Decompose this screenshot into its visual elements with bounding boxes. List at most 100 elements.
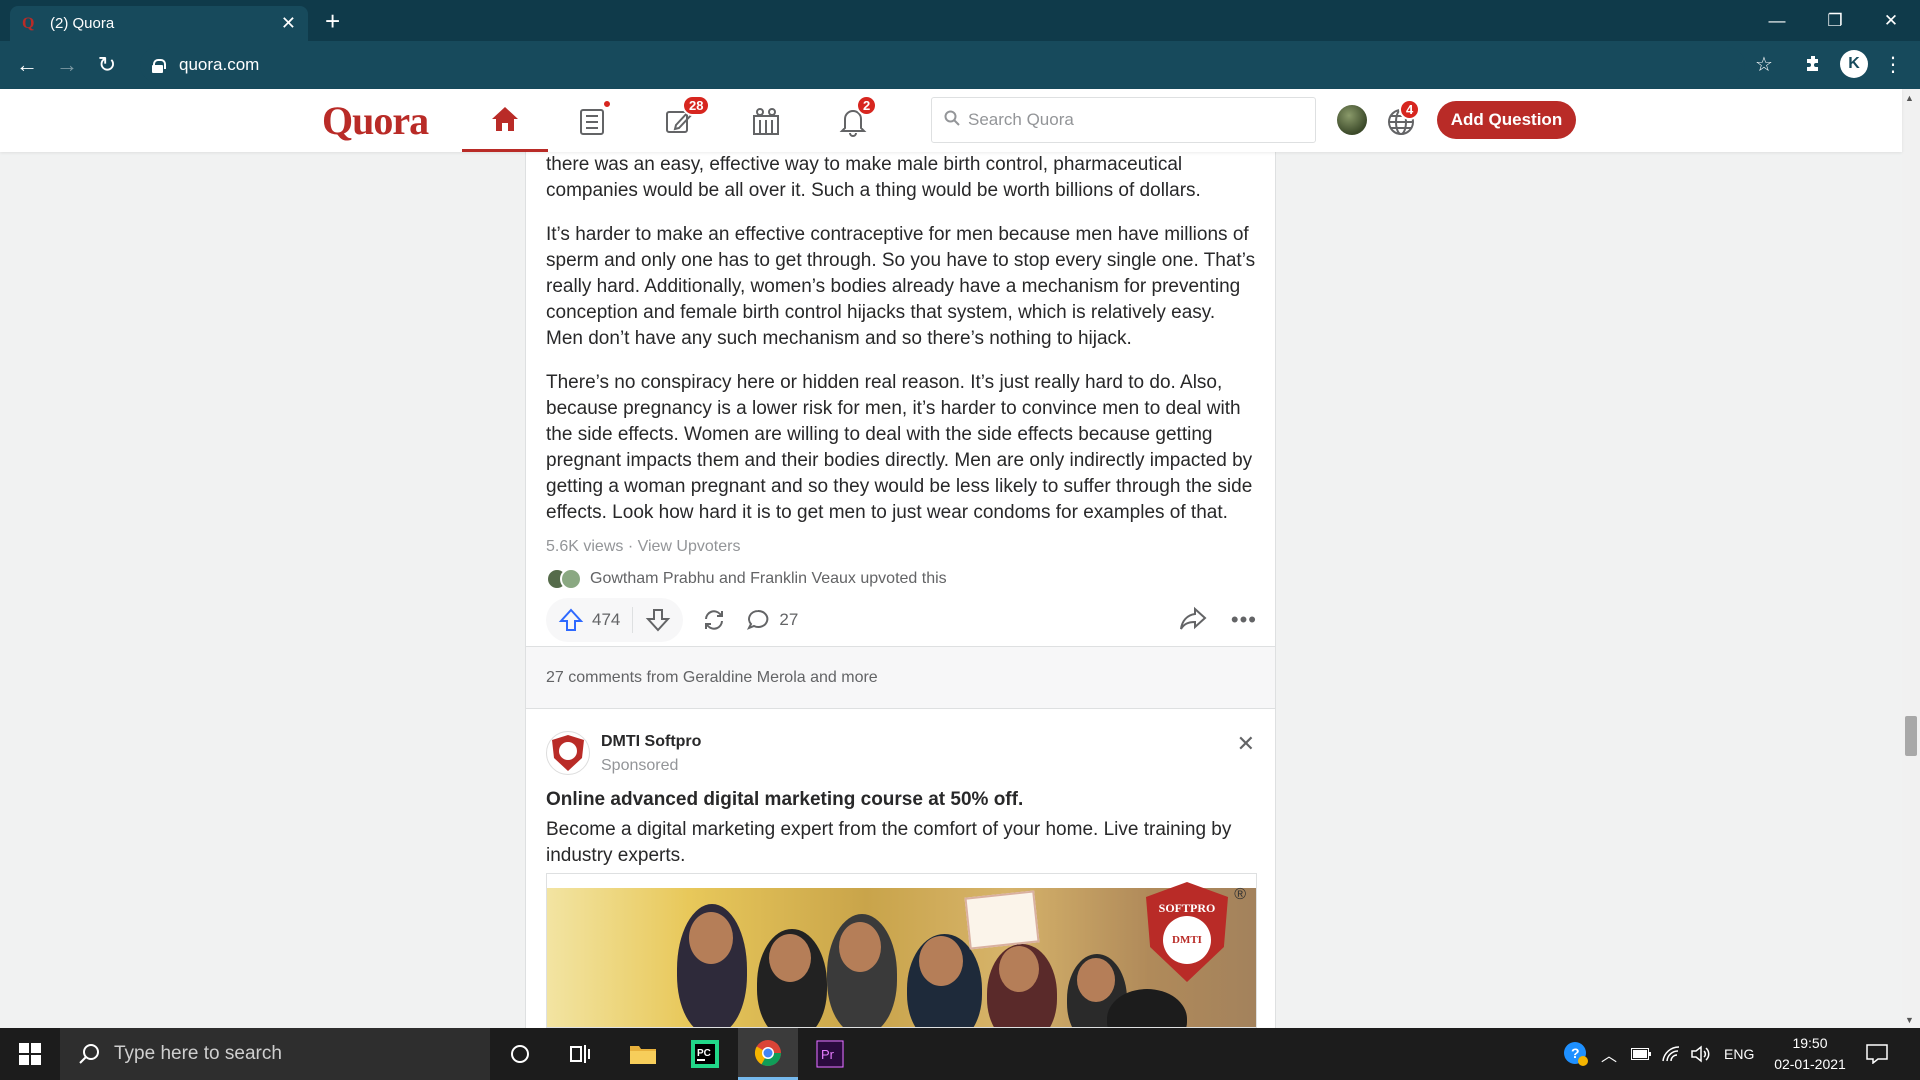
softpro-shield-logo: SOFTPRO DMTI — [1146, 882, 1228, 982]
add-question-button[interactable]: Add Question — [1437, 101, 1576, 139]
extensions-icon[interactable] — [1800, 51, 1826, 77]
upvote-icon — [558, 608, 584, 631]
tab-close-icon[interactable]: ✕ — [281, 13, 296, 34]
following-nav-icon[interactable] — [549, 89, 635, 152]
shield-brand: SOFTPRO — [1158, 900, 1216, 915]
quora-header: Quora 28 2 Search Quora 4 Add Question — [0, 89, 1902, 152]
taskbar-search-input[interactable]: Type here to search — [60, 1028, 490, 1080]
answer-paragraph: There’s no conspiracy here or hidden rea… — [546, 372, 1253, 523]
ad-person-face — [689, 912, 733, 964]
lock-icon — [152, 58, 166, 73]
spaces-nav-icon[interactable] — [723, 89, 809, 152]
scroll-down-arrow-icon[interactable]: ▼ — [1905, 1015, 1914, 1025]
answer-card: there was an easy, effective way to make… — [525, 152, 1276, 1028]
ad-person-face — [1077, 958, 1115, 1002]
answer-paragraph: there was an easy, effective way to make… — [546, 154, 1201, 201]
ad-image[interactable]: SOFTPRO DMTI ® — [546, 873, 1257, 1028]
action-center-icon[interactable] — [1866, 1028, 1888, 1080]
dmti-logo-icon[interactable] — [546, 731, 590, 775]
answer-actions: 474 27 ••• — [546, 597, 1257, 643]
notifications-nav-icon[interactable]: 2 — [810, 89, 896, 152]
premiere-pro-icon[interactable]: Pr — [800, 1028, 860, 1080]
taskbar-search-placeholder: Type here to search — [114, 1043, 282, 1064]
downvote-button[interactable] — [633, 607, 671, 633]
advertiser-name[interactable]: DMTI Softpro — [601, 733, 701, 751]
show-hidden-icons-icon[interactable]: ︿ — [1601, 1028, 1617, 1080]
more-options-icon[interactable]: ••• — [1231, 607, 1257, 633]
user-avatar[interactable] — [1337, 105, 1367, 135]
scrollbar-thumb[interactable] — [1905, 716, 1917, 756]
search-icon — [944, 110, 960, 131]
ad-person-face — [999, 946, 1039, 992]
profile-avatar-icon[interactable]: K — [1840, 50, 1868, 78]
clock-time: 19:50 — [1792, 1035, 1828, 1051]
quora-logo[interactable]: Quora — [322, 97, 429, 144]
url-bar[interactable]: quora.com — [140, 47, 1745, 83]
task-view-icon[interactable] — [550, 1028, 610, 1080]
shield-dmti: DMTI — [1172, 933, 1202, 946]
input-language[interactable]: ENG — [1724, 1028, 1754, 1080]
address-bar-row: ← → ↻ quora.com — [0, 41, 1920, 89]
chrome-taskbar-icon[interactable] — [738, 1028, 798, 1080]
meta-separator: · — [623, 538, 638, 555]
search-input[interactable]: Search Quora — [931, 97, 1316, 143]
sponsored-label: Sponsored — [601, 757, 679, 774]
ad-image-border — [547, 874, 1256, 888]
reload-button[interactable]: ↻ — [93, 51, 121, 79]
svg-text:?: ? — [1571, 1045, 1580, 1061]
home-nav-icon[interactable] — [462, 89, 548, 152]
reshare-icon — [705, 610, 724, 630]
ad-title[interactable]: Online advanced digital marketing course… — [546, 789, 1023, 811]
forward-button[interactable]: → — [53, 51, 81, 79]
pycharm-icon[interactable]: PC — [675, 1028, 735, 1080]
ad-description: Become a digital marketing expert from t… — [546, 819, 1232, 866]
start-button[interactable] — [0, 1028, 60, 1080]
windows-logo-icon — [19, 1043, 41, 1065]
close-window-button[interactable]: ✕ — [1862, 0, 1920, 41]
help-tray-icon[interactable]: ? — [1562, 1028, 1590, 1080]
ad-person-face — [919, 936, 963, 986]
ad-person-face — [839, 922, 881, 972]
file-explorer-icon[interactable] — [613, 1028, 673, 1080]
scroll-up-arrow-icon[interactable]: ▲ — [1905, 93, 1914, 103]
ad-certificate — [964, 890, 1040, 950]
comments-preview-row[interactable]: 27 comments from Geraldine Merola and mo… — [526, 646, 1275, 709]
share-icon[interactable] — [1179, 604, 1207, 637]
battery-icon[interactable] — [1631, 1028, 1651, 1080]
upvote-button[interactable]: 474 — [558, 607, 634, 633]
browser-tabbar: Q (2) Quora ✕ + — ❐ ✕ — [0, 0, 1920, 41]
cortana-icon[interactable] — [490, 1028, 550, 1080]
upvoters-row: Gowtham Prabhu and Franklin Veaux upvote… — [546, 568, 947, 590]
restore-button[interactable]: ❐ — [1806, 0, 1864, 41]
notifications-badge: 2 — [856, 95, 878, 116]
taskbar-clock[interactable]: 19:50 02-01-2021 — [1760, 1033, 1860, 1075]
comment-count: 27 — [779, 610, 799, 629]
new-tab-button[interactable]: + — [325, 6, 340, 36]
windows-taskbar: Type here to search PC Pr ? ︿ ENG 19:50 … — [0, 1028, 1920, 1080]
comment-icon — [747, 609, 769, 630]
answer-nav-icon[interactable]: 28 — [636, 89, 722, 152]
ad-person-face — [769, 934, 811, 982]
wifi-icon[interactable] — [1661, 1028, 1681, 1080]
vote-group: 474 — [546, 598, 684, 642]
view-upvoters-link[interactable]: View Upvoters — [638, 538, 741, 555]
registered-mark: ® — [1234, 886, 1246, 903]
browser-tab[interactable]: Q (2) Quora ✕ — [10, 6, 308, 41]
minimize-button[interactable]: — — [1748, 0, 1806, 41]
chrome-menu-icon[interactable]: ⋮ — [1880, 51, 1906, 77]
language-globe-icon[interactable]: 4 — [1384, 99, 1421, 137]
share-reshare-button[interactable] — [701, 607, 727, 633]
svg-text:PC: PC — [697, 1048, 711, 1059]
right-actions: ••• — [1179, 597, 1257, 643]
bookmark-star-icon[interactable]: ☆ — [1751, 51, 1777, 77]
shield-inner: DMTI — [1163, 915, 1211, 964]
answer-meta: 5.6K views · View Upvoters — [546, 538, 740, 556]
ad-close-icon[interactable]: ✕ — [1237, 731, 1255, 757]
back-button[interactable]: ← — [13, 51, 41, 79]
comments-button[interactable]: 27 — [745, 607, 798, 633]
taskbar-search-icon — [79, 1044, 99, 1064]
volume-icon[interactable] — [1690, 1028, 1710, 1080]
upvoted-by-text[interactable]: Gowtham Prabhu and Franklin Veaux upvote… — [590, 570, 947, 588]
page-scrollbar[interactable] — [1902, 89, 1920, 1028]
upvoter-avatar — [560, 568, 582, 590]
